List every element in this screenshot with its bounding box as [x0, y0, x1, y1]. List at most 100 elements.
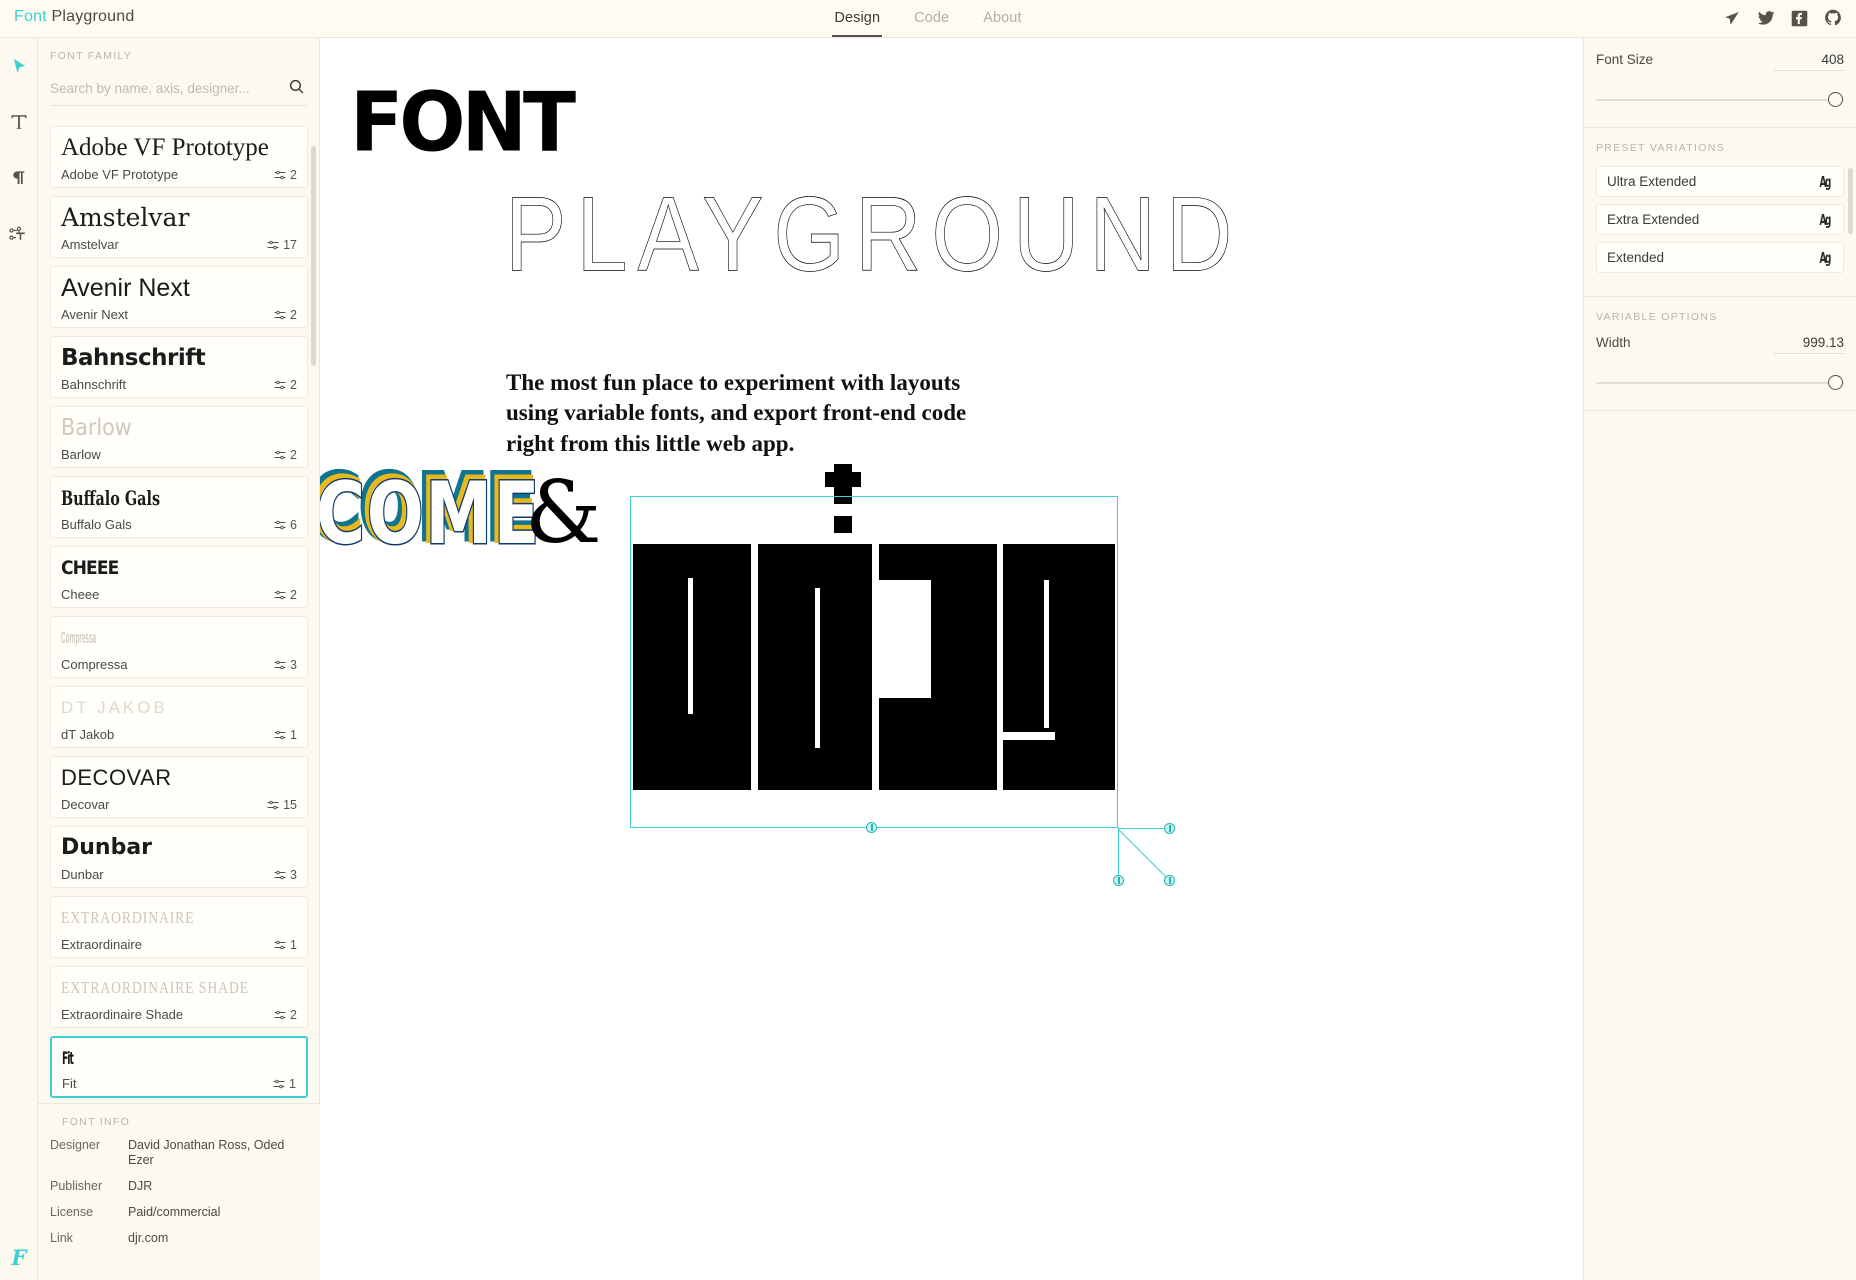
- selection-box[interactable]: [630, 496, 1118, 828]
- font-name: Avenir Next: [61, 307, 128, 322]
- axes-icon: [274, 730, 286, 739]
- font-card-avenir-next[interactable]: Avenir Next Avenir Next 2: [50, 266, 308, 328]
- font-name: Fit: [62, 1076, 77, 1091]
- font-card-decovar[interactable]: DECOVAR Decovar 15: [50, 756, 308, 818]
- resize-handle-bottom[interactable]: [1113, 875, 1124, 886]
- resize-handle-bottom-center[interactable]: [866, 822, 877, 833]
- font-preview: DT JAKOB: [61, 698, 168, 717]
- github-icon[interactable]: [1824, 9, 1842, 27]
- search-input[interactable]: [50, 81, 275, 96]
- hero-playground-word[interactable]: PLAYGROUND: [505, 175, 1242, 296]
- text-t-icon[interactable]: [0, 94, 38, 150]
- info-row-designer: Designer David Jonathan Ross, Oded Ezer: [50, 1138, 308, 1168]
- axes-icon: [274, 380, 286, 389]
- font-card-extraordinaire[interactable]: EXTRAORDINAIRE Extraordinaire 1: [50, 896, 308, 958]
- main-nav: Design Code About: [0, 0, 1856, 38]
- info-label: Designer: [50, 1138, 101, 1152]
- font-preview: EXTRAORDINAIRE: [61, 908, 195, 927]
- width-label: Width: [1596, 335, 1631, 350]
- font-list-scrollbar[interactable]: [311, 146, 316, 366]
- font-size-slider[interactable]: [1596, 89, 1844, 111]
- font-card-footer: Buffalo Gals 6: [61, 517, 297, 532]
- font-card-compressa[interactable]: Compressa Compressa 3: [50, 616, 308, 678]
- width-value[interactable]: 999.13: [1774, 335, 1844, 354]
- preset-ultra-extended[interactable]: Ultra Extended Ag: [1596, 166, 1844, 197]
- slider-track: [1596, 382, 1844, 384]
- hero-description[interactable]: The most fun place to experiment with la…: [506, 368, 1006, 459]
- resize-handle-corner[interactable]: [1164, 875, 1175, 886]
- preset-glyph-preview: Ag: [1819, 248, 1831, 267]
- play-artwork[interactable]: [630, 458, 1175, 886]
- hero-font-word[interactable]: FONT: [350, 76, 576, 171]
- tab-code[interactable]: Code: [912, 1, 951, 37]
- axis-count-value: 3: [290, 657, 297, 672]
- info-row-link: Link djr.com: [50, 1231, 308, 1246]
- font-card-bahnschrift[interactable]: Bahnschrift Bahnschrift 2: [50, 336, 308, 398]
- preset-label: Extended: [1607, 250, 1665, 265]
- font-preview: Amstelvar: [61, 203, 190, 232]
- font-card-adobe-vf-prototype[interactable]: Adobe VF Prototype Adobe VF Prototype 2: [50, 126, 308, 188]
- axis-count-value: 15: [283, 797, 297, 812]
- axes-icon: [274, 450, 286, 459]
- font-card-dunbar[interactable]: Dunbar Dunbar 3: [50, 826, 308, 888]
- font-card-footer: Extraordinaire Shade 2: [61, 1007, 297, 1022]
- info-value: Paid/commercial: [128, 1205, 221, 1219]
- twitter-icon[interactable]: [1757, 9, 1775, 27]
- font-card-fit[interactable]: Fit Fit 1: [50, 1036, 308, 1098]
- axis-count: 2: [274, 378, 297, 392]
- axis-count: 3: [274, 658, 297, 672]
- font-card-cheee[interactable]: CHEEE Cheee 2: [50, 546, 308, 608]
- pilcrow-icon[interactable]: [0, 150, 38, 206]
- width-slider[interactable]: [1596, 372, 1844, 394]
- slider-knob[interactable]: [1828, 92, 1843, 107]
- preset-scrollbar[interactable]: [1848, 168, 1853, 234]
- preset-label: Extra Extended: [1607, 212, 1700, 227]
- info-value-link[interactable]: djr.com: [128, 1231, 168, 1246]
- facebook-icon[interactable]: [1791, 10, 1808, 27]
- font-card-barlow[interactable]: Barlow Barlow 2: [50, 406, 308, 468]
- slider-knob[interactable]: [1828, 375, 1843, 390]
- resize-handle-right[interactable]: [1164, 823, 1175, 834]
- font-card-dt-jakob[interactable]: DT JAKOB dT Jakob 1: [50, 686, 308, 748]
- axes-icon: [274, 590, 286, 599]
- slider-track: [1596, 99, 1844, 101]
- design-canvas[interactable]: FONT PLAYGROUND The most fun place to ex…: [320, 38, 1583, 1280]
- preset-variations-section: PRESET VARIATIONS Ultra Extended Ag Extr…: [1584, 128, 1856, 297]
- preset-label: Ultra Extended: [1607, 174, 1697, 189]
- info-label: License: [50, 1205, 94, 1219]
- font-card-footer: Extraordinaire 1: [61, 937, 297, 952]
- axis-count-value: 1: [289, 1076, 296, 1091]
- font-card-buffalo-gals[interactable]: Buffalo Gals Buffalo Gals 6: [50, 476, 308, 538]
- axis-count: 6: [274, 518, 297, 532]
- preset-extended[interactable]: Extended Ag: [1596, 242, 1844, 273]
- tab-design[interactable]: Design: [832, 1, 882, 37]
- font-size-value[interactable]: 408: [1774, 52, 1844, 71]
- glyph-nodes-icon[interactable]: [0, 206, 38, 262]
- font-list[interactable]: Adobe VF Prototype Adobe VF Prototype 2 …: [38, 126, 320, 1103]
- search-icon[interactable]: [288, 78, 305, 100]
- width-row: Width 999.13: [1596, 335, 1844, 358]
- axes-icon: [274, 660, 286, 669]
- font-card-footer: Avenir Next 2: [61, 307, 297, 322]
- preset-extra-extended[interactable]: Extra Extended Ag: [1596, 204, 1844, 235]
- tool-rail: F: [0, 38, 38, 1280]
- font-card-extraordinaire-shade[interactable]: EXTRAORDINAIRE SHADE Extraordinaire Shad…: [50, 966, 308, 1028]
- cursor-icon[interactable]: [1723, 9, 1741, 27]
- tab-about[interactable]: About: [981, 1, 1023, 37]
- axis-count: 2: [274, 168, 297, 182]
- font-name: Adobe VF Prototype: [61, 167, 179, 182]
- select-tool[interactable]: [0, 38, 38, 94]
- variable-options-caption: VARIABLE OPTIONS: [1596, 311, 1718, 323]
- axis-count-value: 2: [290, 1007, 297, 1022]
- axes-icon: [267, 800, 279, 809]
- axes-icon: [273, 1079, 285, 1088]
- font-card-footer: Compressa 3: [61, 657, 297, 672]
- font-name: Bahnschrift: [61, 377, 127, 392]
- ampersand-artwork[interactable]: &: [525, 463, 602, 563]
- font-preview: Fit: [62, 1049, 74, 1069]
- axis-count: 2: [274, 1008, 297, 1022]
- font-card-amstelvar[interactable]: Amstelvar Amstelvar 17: [50, 196, 308, 258]
- axis-count-value: 2: [290, 167, 297, 182]
- font-preview: Buffalo Gals: [61, 486, 161, 510]
- font-name: Cheee: [61, 587, 100, 602]
